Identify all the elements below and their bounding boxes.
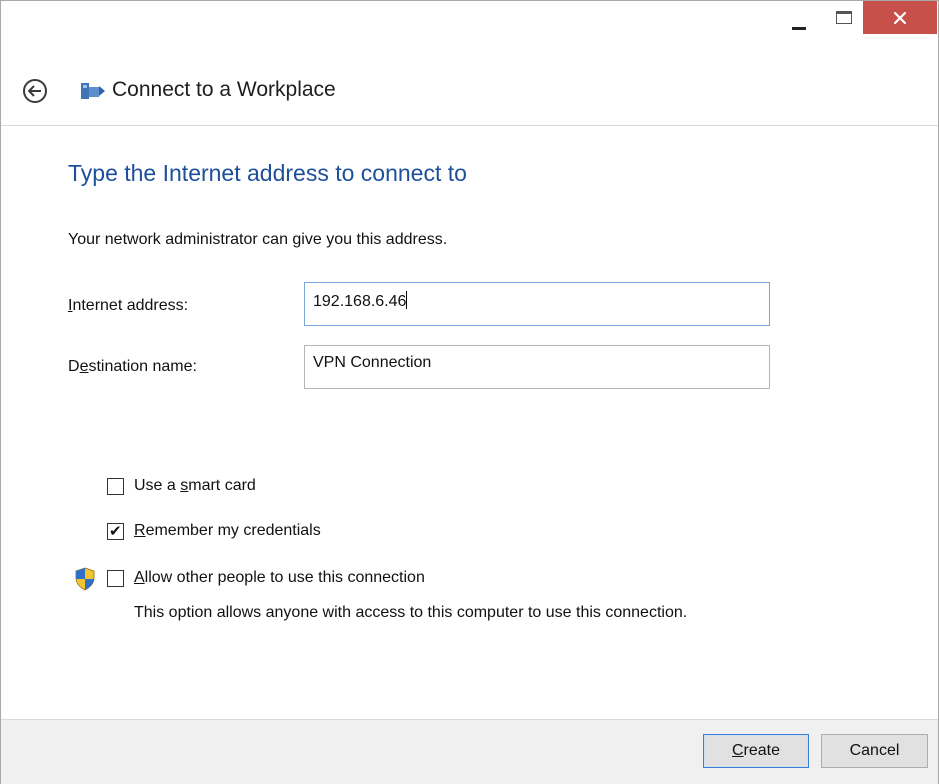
instruction-text: Your network administrator can give you … xyxy=(68,231,448,248)
allow-others-label: Allow other people to use this connectio… xyxy=(134,569,425,586)
create-button[interactable]: Create xyxy=(703,734,809,768)
smart-card-option[interactable]: Use a smart card xyxy=(107,477,256,495)
dialog-window: Connect to a Workplace Type the Internet… xyxy=(0,0,939,784)
close-button[interactable] xyxy=(863,1,937,34)
minimize-button[interactable] xyxy=(779,1,819,41)
remember-credentials-label: Remember my credentials xyxy=(134,522,321,539)
minimize-icon xyxy=(792,26,806,30)
button-bar: Create Cancel xyxy=(1,719,938,784)
maximize-button[interactable] xyxy=(827,1,861,41)
destination-name-input[interactable]: VPN Connection xyxy=(304,345,770,389)
internet-address-label: Internet address: xyxy=(68,297,189,314)
smart-card-label: Use a smart card xyxy=(134,477,256,494)
maximize-icon xyxy=(836,10,852,24)
cancel-button[interactable]: Cancel xyxy=(821,734,928,768)
checkmark-icon: ✔ xyxy=(109,522,122,540)
title-bar xyxy=(1,1,938,41)
wizard-header: Connect to a Workplace xyxy=(1,61,938,126)
workplace-network-icon xyxy=(81,83,105,99)
destination-name-label: Destination name: xyxy=(68,358,197,375)
back-button[interactable] xyxy=(23,79,47,103)
close-icon xyxy=(894,11,906,24)
smart-card-checkbox[interactable] xyxy=(107,477,124,495)
window-title: Connect to a Workplace xyxy=(112,78,336,101)
allow-others-option[interactable]: Allow other people to use this connectio… xyxy=(107,569,425,587)
remember-credentials-option[interactable]: ✔ Remember my credentials xyxy=(107,522,321,540)
text-caret xyxy=(406,291,408,309)
page-title: Type the Internet address to connect to xyxy=(68,160,467,186)
back-arrow-icon xyxy=(28,85,41,97)
uac-shield-icon xyxy=(75,567,95,591)
allow-others-description: This option allows anyone with access to… xyxy=(134,604,688,621)
internet-address-input[interactable]: 192.168.6.46 xyxy=(304,282,770,326)
allow-others-checkbox[interactable] xyxy=(107,569,124,587)
remember-credentials-checkbox[interactable]: ✔ xyxy=(107,522,124,540)
